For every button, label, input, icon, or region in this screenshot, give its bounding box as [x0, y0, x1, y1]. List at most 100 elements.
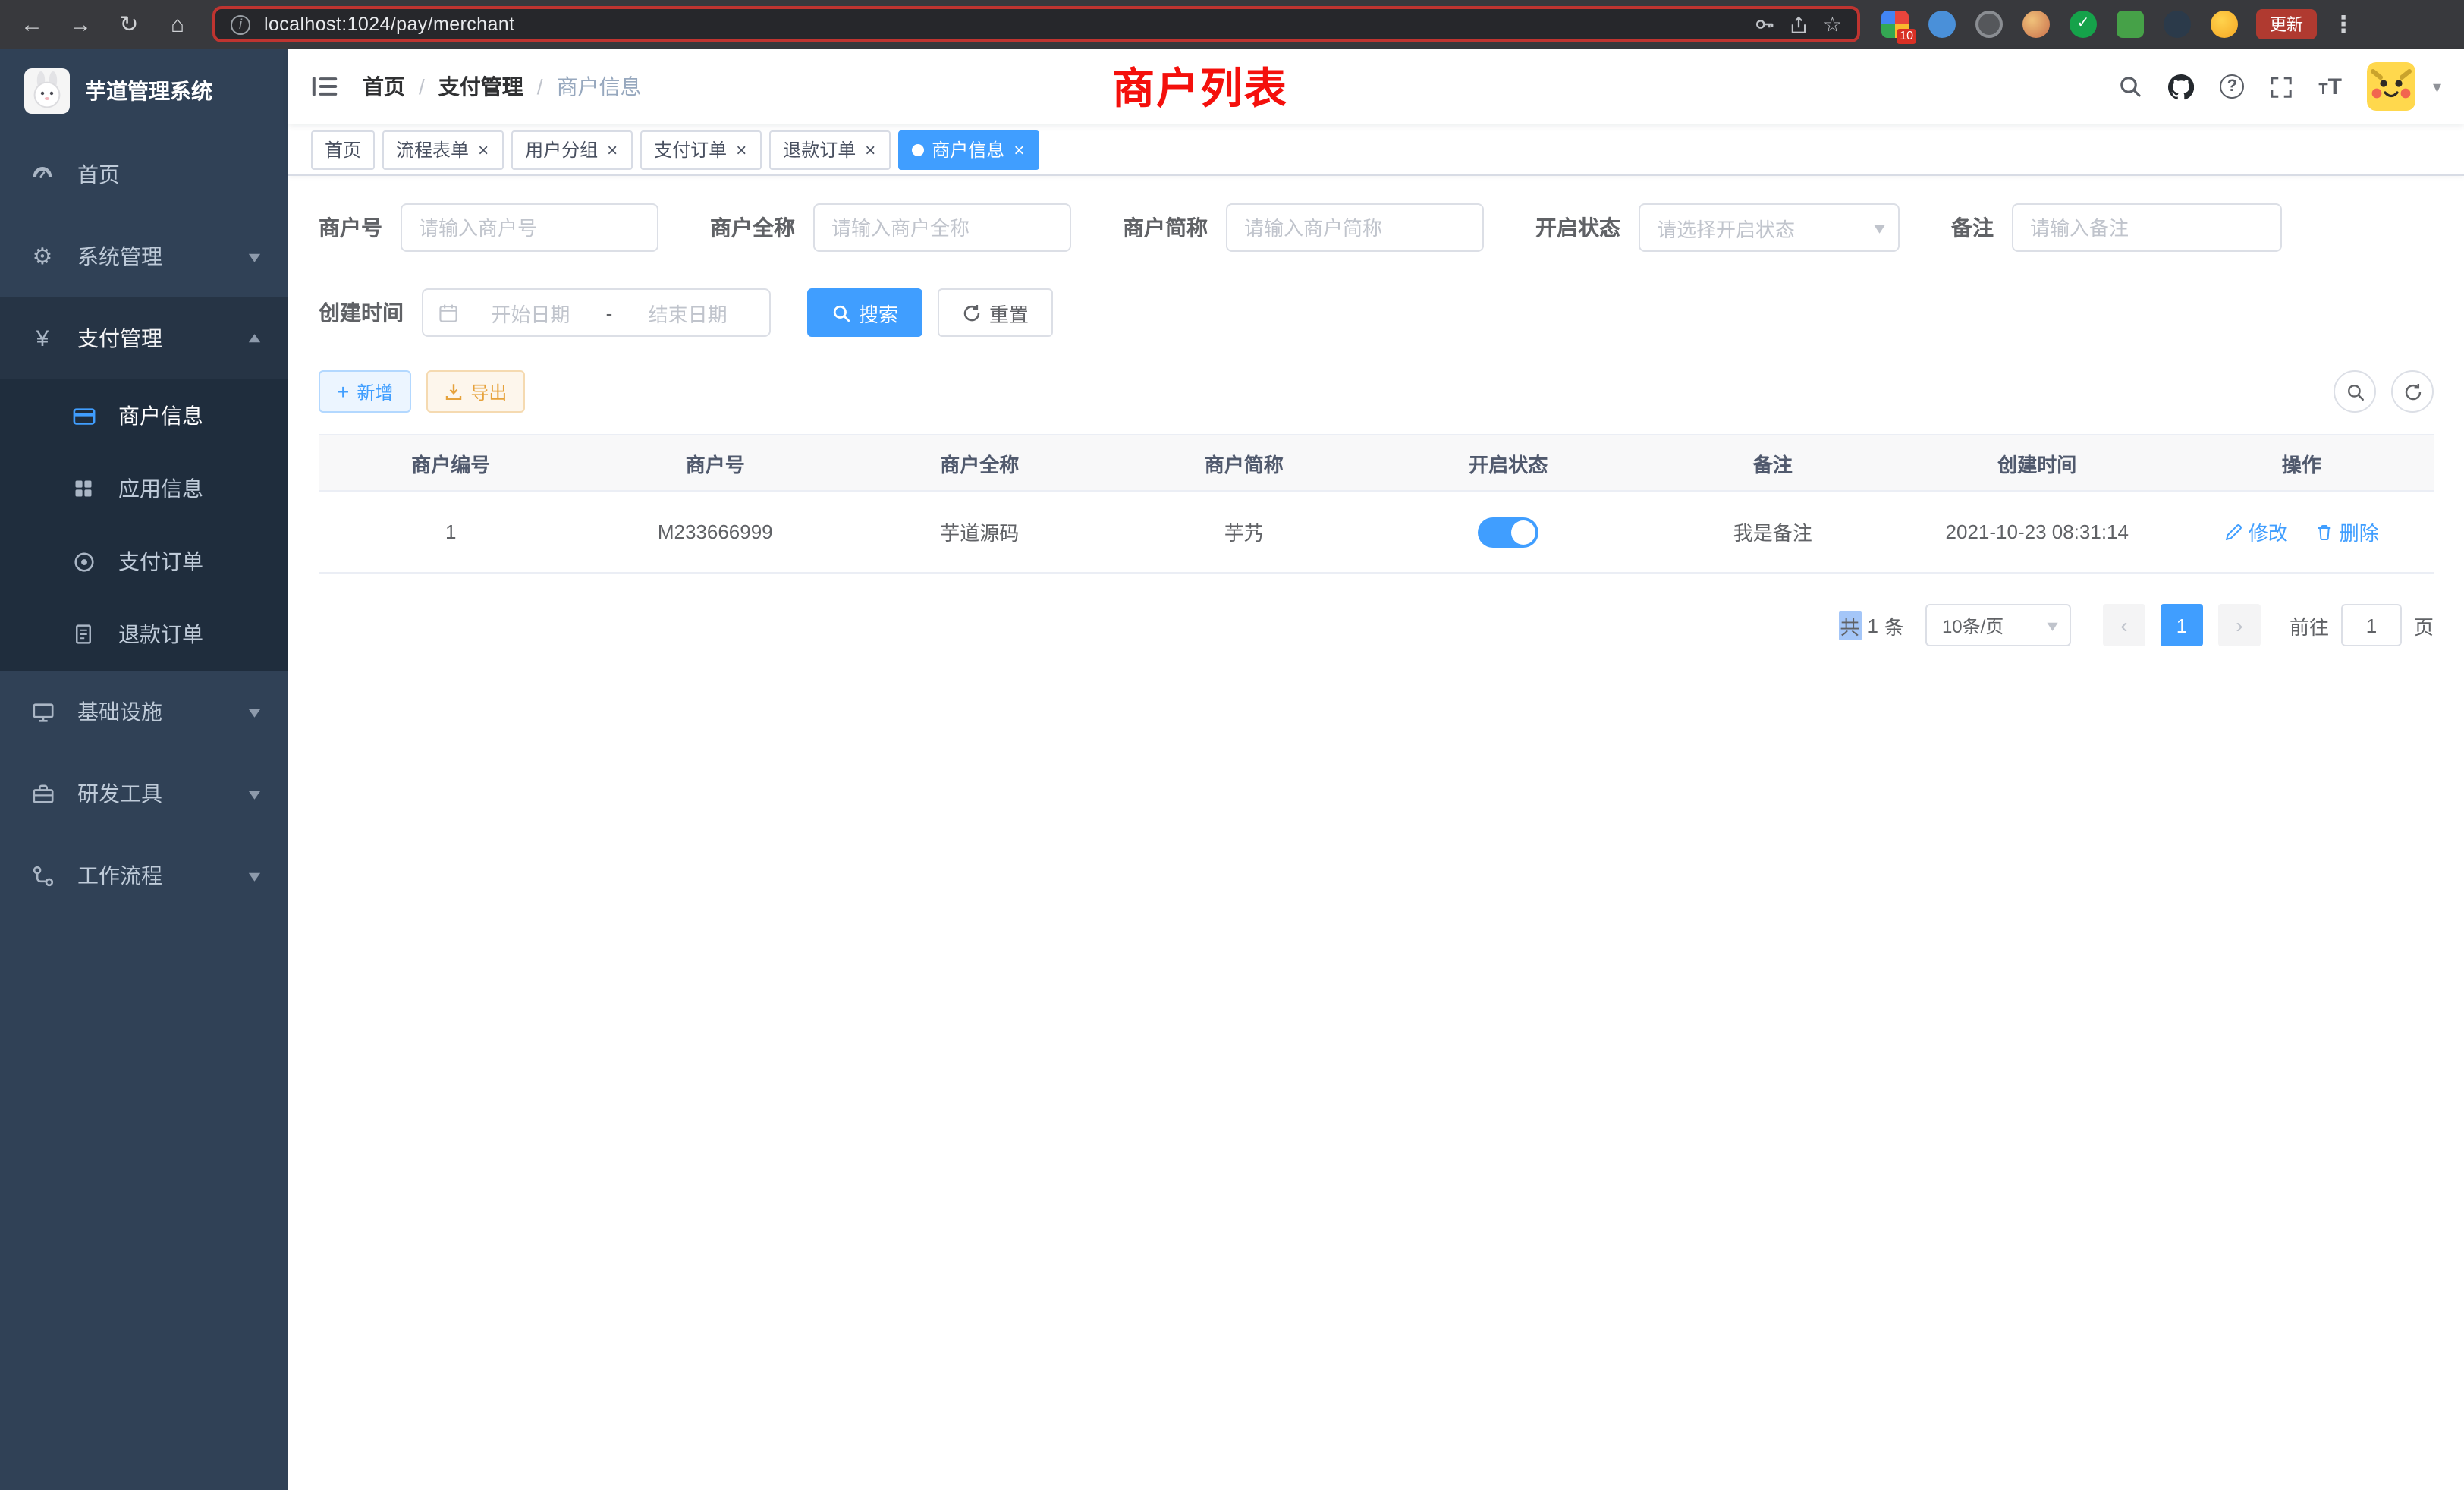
- extension-icon[interactable]: [1928, 11, 1956, 38]
- cell-merchant-no: M233666999: [583, 491, 848, 573]
- sidebar-item-devtools[interactable]: 研发工具 ▾: [0, 753, 288, 835]
- edit-link[interactable]: 修改: [2224, 517, 2288, 546]
- extension-icon[interactable]: 10: [1881, 11, 1909, 38]
- merchant-table: 商户编号 商户号 商户全称 商户简称 开启状态 备注 创建时间 操作 1: [319, 434, 2434, 574]
- chevron-down-icon: ▾: [1875, 218, 1885, 237]
- check-icon: ✓: [2070, 11, 2097, 38]
- create-time-range-picker[interactable]: 开始日期 - 结束日期: [422, 288, 771, 337]
- merchant-no-input[interactable]: [401, 203, 658, 252]
- sidebar-item-refund-order[interactable]: 退款订单: [0, 598, 288, 671]
- page-size-select[interactable]: 10条/页 ▾: [1925, 604, 2071, 646]
- tab-pay-order[interactable]: 支付订单 ×: [640, 130, 762, 169]
- sidebar-item-home[interactable]: 首页: [0, 134, 288, 215]
- table-header-row: 商户编号 商户号 商户全称 商户简称 开启状态 备注 创建时间 操作: [319, 435, 2434, 491]
- remark-input[interactable]: [2012, 203, 2282, 252]
- toggle-knob: [1511, 520, 1535, 544]
- fullscreen-icon[interactable]: [2270, 75, 2293, 98]
- breadcrumb-home[interactable]: 首页: [363, 71, 405, 102]
- sidebar-item-infrastructure[interactable]: 基础设施 ▾: [0, 671, 288, 753]
- prev-page-button[interactable]: ‹: [2103, 604, 2145, 646]
- close-icon[interactable]: ×: [734, 140, 748, 159]
- sidebar-item-app-info[interactable]: 应用信息: [0, 452, 288, 525]
- extension-icon[interactable]: [1975, 11, 2003, 38]
- page-1-button[interactable]: 1: [2161, 604, 2203, 646]
- password-key-icon[interactable]: [1755, 14, 1776, 35]
- close-icon[interactable]: ×: [1012, 140, 1026, 159]
- chevron-down-icon: ▾: [250, 866, 261, 885]
- extension-icon[interactable]: ✓: [2070, 11, 2097, 38]
- address-bar[interactable]: i localhost:1024/pay/merchant ☆: [212, 6, 1860, 42]
- extension-icon[interactable]: [2117, 11, 2144, 38]
- sidebar-item-pay-order[interactable]: 支付订单: [0, 525, 288, 598]
- search-icon[interactable]: [2118, 74, 2142, 99]
- help-icon[interactable]: ?: [2220, 74, 2244, 99]
- export-button[interactable]: 导出: [426, 370, 525, 413]
- close-icon[interactable]: ×: [863, 140, 877, 159]
- sidebar-item-label: 支付订单: [118, 546, 203, 577]
- sidebar-toggle-icon[interactable]: [311, 73, 338, 100]
- app-logo[interactable]: 芋道管理系统: [0, 49, 288, 134]
- github-icon[interactable]: [2168, 74, 2194, 99]
- goto-page-input[interactable]: [2341, 604, 2402, 646]
- bookmark-star-icon[interactable]: ☆: [1823, 11, 1842, 37]
- export-button-label: 导出: [470, 379, 507, 404]
- tab-user-group[interactable]: 用户分组 ×: [511, 130, 633, 169]
- user-avatar[interactable]: [2368, 62, 2416, 111]
- sidebar-item-merchant-info[interactable]: 商户信息: [0, 379, 288, 452]
- browser-forward-button[interactable]: →: [67, 13, 94, 36]
- sidebar-item-label: 工作流程: [77, 860, 162, 891]
- chevron-down-icon[interactable]: ▾: [2433, 77, 2441, 96]
- chevron-down-icon: ▾: [2048, 615, 2058, 635]
- url-text[interactable]: localhost:1024/pay/merchant: [264, 14, 1741, 35]
- sidebar-item-label: 退款订单: [118, 619, 203, 649]
- full-name-input[interactable]: [813, 203, 1071, 252]
- reset-button-label: 重置: [989, 298, 1029, 327]
- share-icon[interactable]: [1790, 14, 1809, 34]
- next-page-button[interactable]: ›: [2218, 604, 2261, 646]
- extension-icon[interactable]: [2164, 11, 2191, 38]
- status-select[interactable]: 请选择开启状态 ▾: [1639, 203, 1900, 252]
- sidebar-item-label: 研发工具: [77, 778, 162, 809]
- pay-order-icon: [70, 550, 97, 573]
- tab-refund-order[interactable]: 退款订单 ×: [769, 130, 891, 169]
- browser-back-button[interactable]: ←: [18, 13, 46, 36]
- total-number: 1: [1867, 614, 1878, 637]
- extension-icon[interactable]: [2022, 11, 2050, 38]
- chevron-down-icon: ▾: [250, 247, 261, 266]
- column-header-actions: 操作: [2170, 435, 2434, 491]
- site-info-icon[interactable]: i: [231, 14, 250, 34]
- tab-merchant-info[interactable]: 商户信息 ×: [898, 130, 1039, 169]
- status-toggle[interactable]: [1478, 517, 1538, 547]
- filter-row-1: 商户号 商户全称 商户简称 开启状态 请选择开启状态: [319, 203, 2434, 252]
- sidebar-item-workflow[interactable]: 工作流程 ▾: [0, 835, 288, 916]
- browser-update-button[interactable]: 更新: [2256, 9, 2317, 39]
- browser-menu-icon[interactable]: ⋮: [2332, 11, 2355, 38]
- filter-merchant-no: 商户号: [319, 203, 658, 252]
- sidebar-item-payment[interactable]: ¥ 支付管理 ▾: [0, 297, 288, 379]
- reset-button[interactable]: 重置: [938, 288, 1053, 337]
- table-tools: [2334, 370, 2434, 413]
- sidebar-item-label: 基础设施: [77, 696, 162, 727]
- browser-reload-button[interactable]: ↻: [115, 13, 143, 36]
- short-name-input[interactable]: [1226, 203, 1484, 252]
- add-button[interactable]: + 新增: [319, 370, 411, 413]
- close-icon[interactable]: ×: [476, 140, 490, 159]
- cell-status: [1376, 491, 1641, 573]
- font-size-icon[interactable]: TT: [2318, 74, 2342, 99]
- sidebar-item-label: 应用信息: [118, 473, 203, 504]
- extension-icon[interactable]: [2211, 11, 2238, 38]
- close-icon[interactable]: ×: [605, 140, 619, 159]
- sidebar-item-system[interactable]: ⚙ 系统管理 ▾: [0, 215, 288, 297]
- toggle-search-button[interactable]: [2334, 370, 2376, 413]
- table-row: 1 M233666999 芋道源码 芋艿 我是备注 2021-10-23 08:…: [319, 491, 2434, 573]
- date-separator: -: [603, 301, 616, 324]
- refresh-button[interactable]: [2391, 370, 2434, 413]
- breadcrumb-section[interactable]: 支付管理: [438, 71, 523, 102]
- cell-actions: 修改 删除: [2170, 491, 2434, 573]
- search-button[interactable]: 搜索: [807, 288, 922, 337]
- tab-process-form[interactable]: 流程表单 ×: [382, 130, 504, 169]
- column-header-id: 商户编号: [319, 435, 583, 491]
- browser-home-button[interactable]: ⌂: [164, 13, 191, 36]
- delete-link[interactable]: 删除: [2315, 517, 2379, 546]
- tab-home[interactable]: 首页: [311, 130, 375, 169]
